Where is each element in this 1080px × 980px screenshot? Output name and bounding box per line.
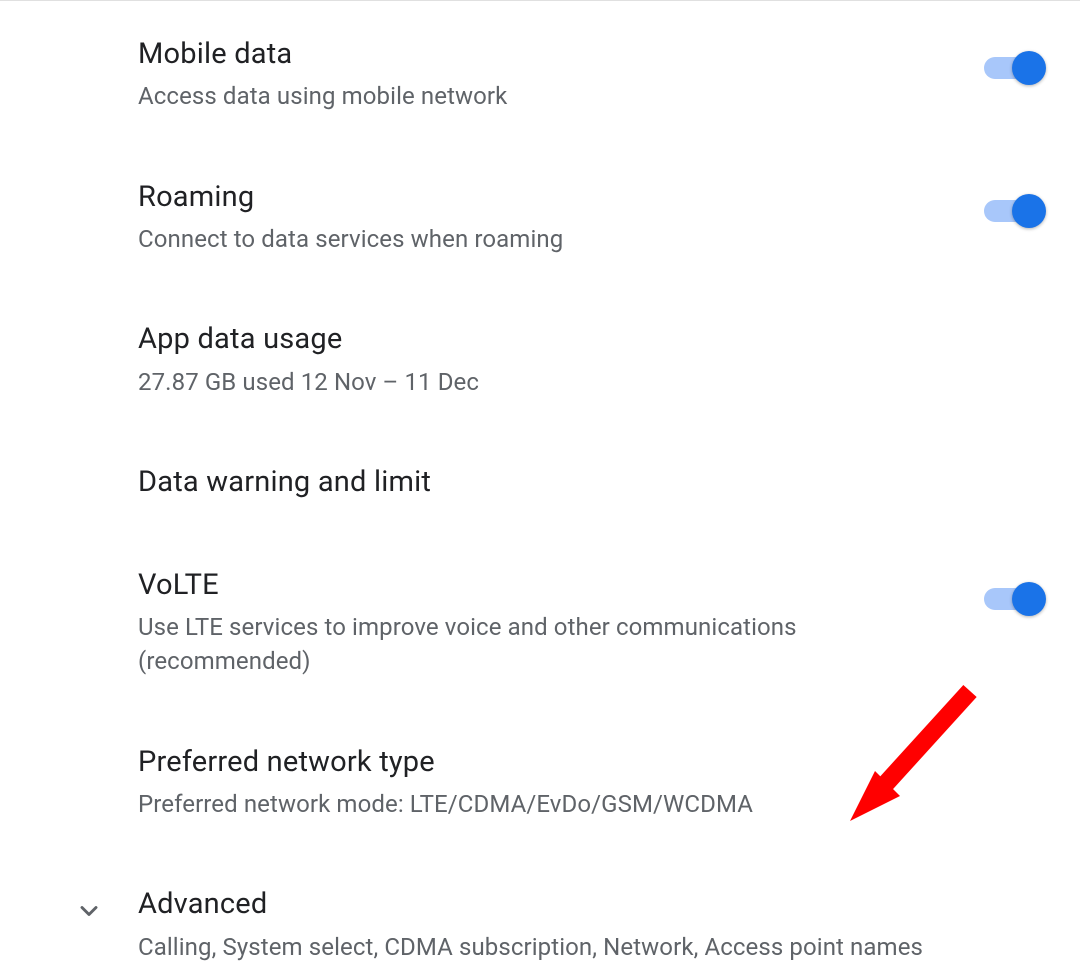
setting-content: VoLTE Use LTE services to improve voice … xyxy=(138,566,984,678)
setting-item-mobile-data[interactable]: Mobile data Access data using mobile net… xyxy=(0,19,1080,130)
chevron-down-icon xyxy=(75,897,103,925)
setting-title: Advanced xyxy=(138,885,1028,924)
setting-item-volte[interactable]: VoLTE Use LTE services to improve voice … xyxy=(0,550,1080,694)
setting-item-app-data-usage[interactable]: App data usage 27.87 GB used 12 Nov – 11… xyxy=(0,304,1080,415)
settings-list: Mobile data Access data using mobile net… xyxy=(0,1,1080,980)
setting-title: Roaming xyxy=(138,178,964,217)
chevron-container xyxy=(40,885,138,925)
toggle-thumb xyxy=(1012,51,1046,85)
setting-content: App data usage 27.87 GB used 12 Nov – 11… xyxy=(138,320,1048,399)
setting-subtitle: Calling, System select, CDMA subscriptio… xyxy=(138,931,1028,965)
setting-item-preferred-network-type[interactable]: Preferred network type Preferred network… xyxy=(0,727,1080,838)
toggle-thumb xyxy=(1012,582,1046,616)
setting-title: Preferred network type xyxy=(138,743,1028,782)
setting-title: App data usage xyxy=(138,320,1028,359)
setting-subtitle: Access data using mobile network xyxy=(138,80,964,114)
setting-content: Data warning and limit xyxy=(138,463,1048,502)
setting-subtitle: Preferred network mode: LTE/CDMA/EvDo/GS… xyxy=(138,788,1028,822)
setting-item-data-warning-limit[interactable]: Data warning and limit xyxy=(0,447,1080,518)
setting-content: Roaming Connect to data services when ro… xyxy=(138,178,984,257)
toggle-thumb xyxy=(1012,194,1046,228)
setting-subtitle: Use LTE services to improve voice and ot… xyxy=(138,611,964,678)
setting-subtitle: 27.87 GB used 12 Nov – 11 Dec xyxy=(138,366,1028,400)
setting-title: Data warning and limit xyxy=(138,463,1028,502)
setting-item-advanced[interactable]: Advanced Calling, System select, CDMA su… xyxy=(0,869,1080,980)
toggle-volte[interactable] xyxy=(984,588,1040,610)
setting-title: Mobile data xyxy=(138,35,964,74)
setting-title: VoLTE xyxy=(138,566,964,605)
setting-content: Preferred network type Preferred network… xyxy=(138,743,1048,822)
setting-content: Advanced Calling, System select, CDMA su… xyxy=(138,885,1048,964)
setting-subtitle: Connect to data services when roaming xyxy=(138,223,964,257)
toggle-roaming[interactable] xyxy=(984,200,1040,222)
setting-content: Mobile data Access data using mobile net… xyxy=(138,35,984,114)
setting-item-roaming[interactable]: Roaming Connect to data services when ro… xyxy=(0,162,1080,273)
toggle-mobile-data[interactable] xyxy=(984,57,1040,79)
